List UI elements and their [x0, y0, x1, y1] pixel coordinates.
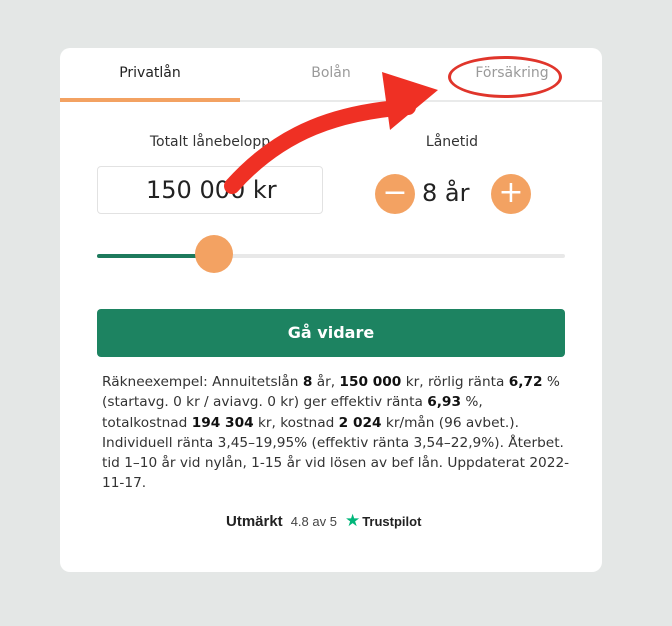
continue-button[interactable]: Gå vidare [97, 309, 565, 357]
amount-slider-track[interactable] [97, 254, 565, 258]
amount-input[interactable]: 150 000 kr [97, 166, 323, 214]
tab-bolan[interactable]: Bolån [241, 48, 421, 100]
term-value: 8 år [422, 179, 470, 207]
loan-calculator-card: Privatlån Bolån Försäkring Totalt lånebe… [60, 48, 602, 572]
rating-word: Utmärkt [226, 513, 283, 530]
increase-term-button[interactable]: + [491, 174, 531, 214]
trustpilot-logo: Trustpilot [362, 514, 422, 529]
amount-slider-thumb[interactable] [195, 235, 233, 273]
calculation-example-text: Räkneexempel: Annuitetslån 8 år, 150 000… [102, 374, 570, 492]
decrease-term-button[interactable]: − [375, 174, 415, 214]
annotation-circle [448, 56, 562, 98]
rating-score: 4.8 av 5 [290, 514, 337, 529]
term-label: Lånetid [425, 134, 479, 150]
trustpilot-star-icon: ★ [344, 511, 361, 531]
amount-label: Totalt lånebelopp [149, 134, 271, 150]
tab-privatlan[interactable]: Privatlån [60, 48, 240, 102]
trustpilot-rating[interactable]: Utmärkt 4.8 av 5 ★ Trustpilot [226, 510, 421, 532]
